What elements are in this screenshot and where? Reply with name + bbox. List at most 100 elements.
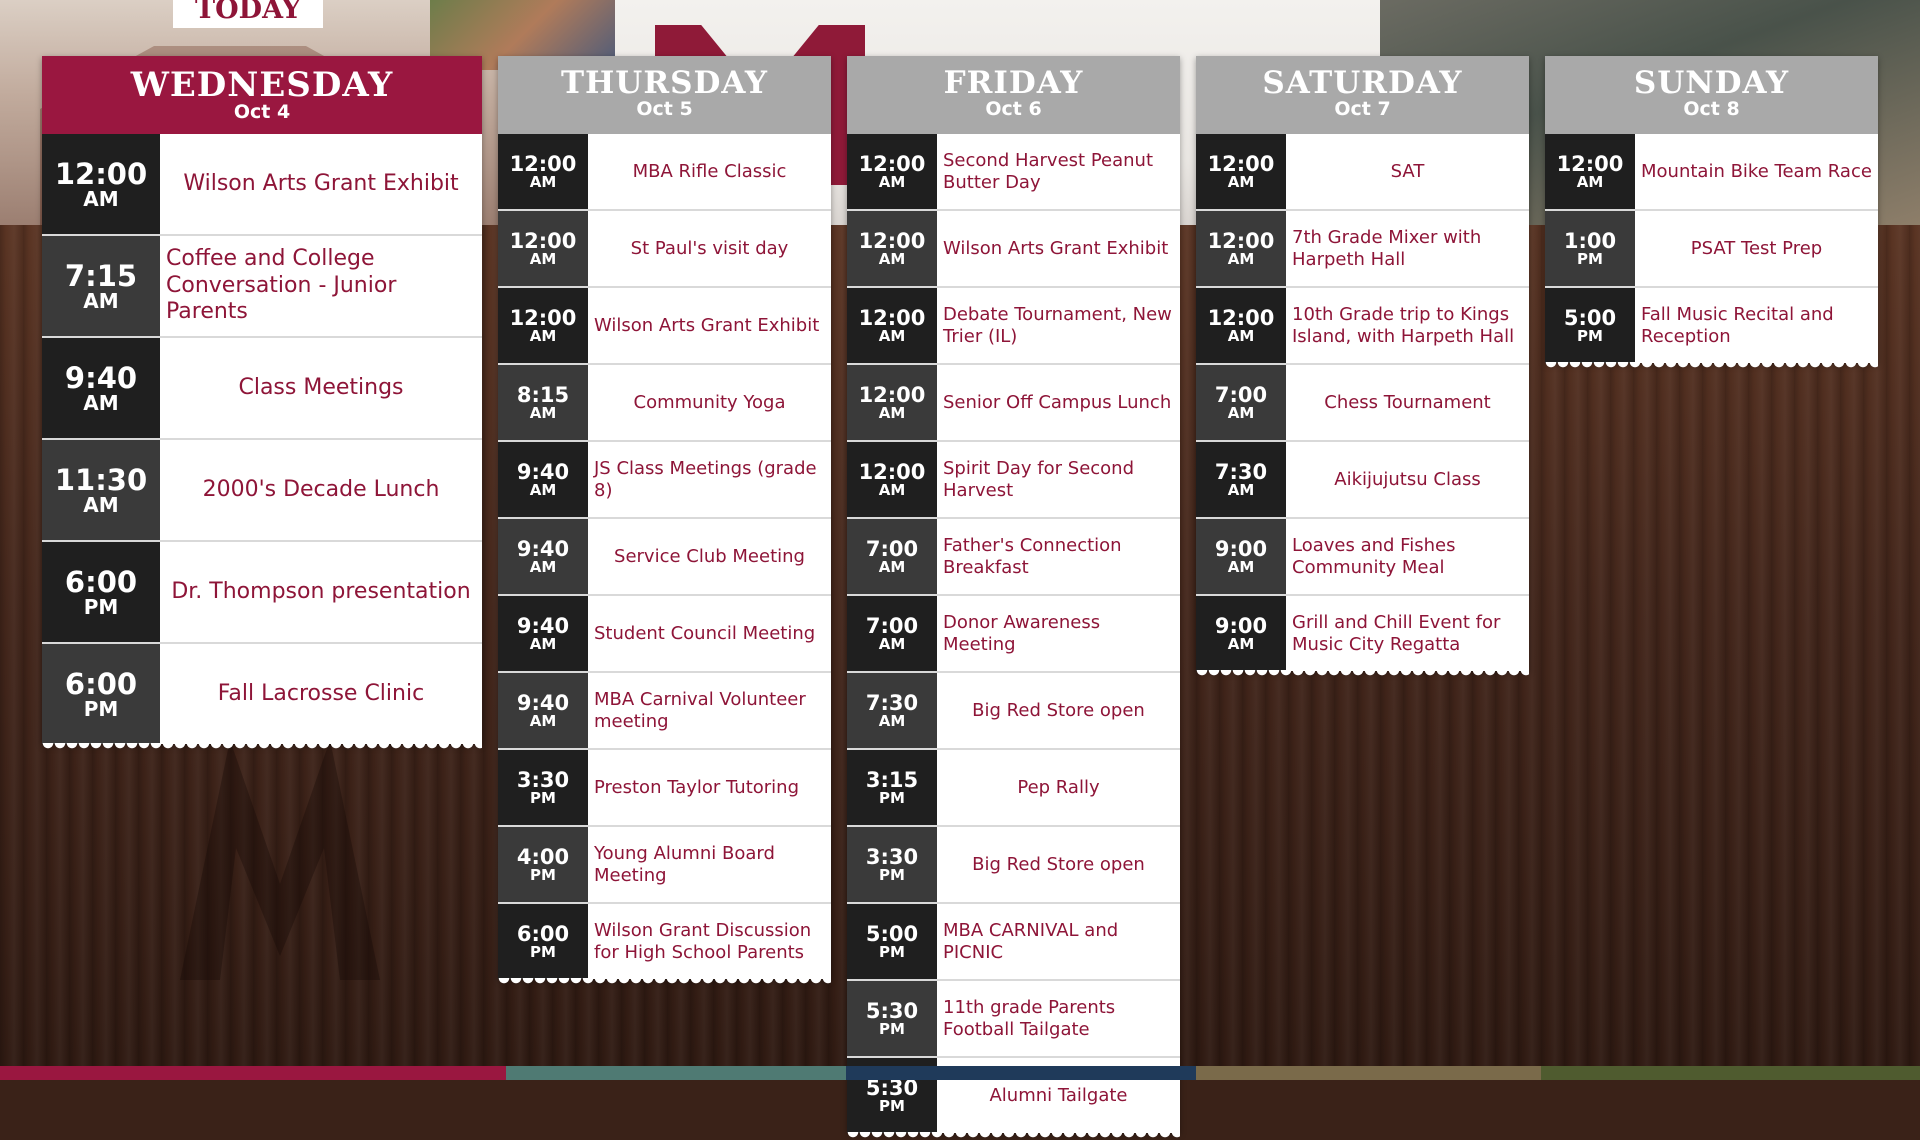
day-name: THURSDAY: [560, 65, 769, 101]
event-time: 9:40 AM: [498, 673, 588, 748]
event-row[interactable]: 9:00 AM Grill and Chill Event for Music Ci…: [1196, 596, 1529, 671]
event-title: Fall Music Recital and Reception: [1635, 288, 1878, 363]
event-time: 3:15 PM: [847, 750, 937, 825]
event-row[interactable]: 1:00 PM PSAT Test Prep: [1545, 211, 1878, 288]
event-row[interactable]: 9:40 AM Service Club Meeting: [498, 519, 831, 596]
event-title: Aikijujutsu Class: [1286, 442, 1529, 517]
event-row[interactable]: 12:00 AM Second Harvest Peanut Butter Day: [847, 134, 1180, 211]
event-time-value: 9:40: [516, 690, 570, 715]
event-row[interactable]: 12:00 AM Debate Tournament, New Trier (IL): [847, 288, 1180, 365]
day-column-saturday: SATURDAY Oct 7 12:00 AM SAT 12:00 AM 7th Grade …: [1196, 56, 1529, 678]
event-row[interactable]: 12:00 AM 7th Grade Mixer with Harpeth Hall: [1196, 211, 1529, 288]
day-date: Oct 7: [1334, 98, 1391, 120]
event-row[interactable]: 12:00 AM MBA Rifle Classic: [498, 134, 831, 211]
day-name: SUNDAY: [1633, 65, 1790, 101]
event-time: 9:40 AM: [498, 596, 588, 671]
event-row[interactable]: 12:00 AM Mountain Bike Team Race: [1545, 134, 1878, 211]
event-title: Spirit Day for Second Harvest: [937, 442, 1180, 517]
event-time-value: 12:00: [858, 305, 926, 330]
event-title: St Paul's visit day: [588, 211, 831, 286]
event-title-text: 2000's Decade Lunch: [202, 476, 440, 502]
event-title: Coffee and College Conversation - Junior…: [160, 236, 482, 336]
event-meridiem: AM: [878, 557, 906, 576]
event-row[interactable]: 6:00 PM Fall Lacrosse Clinic: [42, 644, 482, 744]
event-time-value: 9:00: [1214, 613, 1268, 638]
day-column-friday: FRIDAY Oct 6 12:00 AM Second Harvest Peanut …: [847, 56, 1180, 1140]
event-time: 12:00 AM: [42, 134, 160, 234]
event-row[interactable]: 11:30 AM 2000's Decade Lunch: [42, 440, 482, 542]
event-title: Father's Connection Breakfast: [937, 519, 1180, 594]
event-row[interactable]: 12:00 AM 10th Grade trip to Kings Island, …: [1196, 288, 1529, 365]
event-time-value: 12:00: [54, 156, 148, 191]
event-title-text: Second Harvest Peanut Butter Day: [943, 149, 1154, 193]
event-title: Dr. Thompson presentation: [160, 542, 482, 642]
event-title-text: Preston Taylor Tutoring: [594, 776, 800, 798]
event-row[interactable]: 9:40 AM Class Meetings: [42, 338, 482, 440]
event-row[interactable]: 5:00 PM Fall Music Recital and Reception: [1545, 288, 1878, 363]
event-time: 12:00 AM: [1545, 134, 1635, 209]
event-row[interactable]: 12:00 AM Wilson Arts Grant Exhibit: [498, 288, 831, 365]
event-title-text: Donor Awareness Meeting: [943, 611, 1101, 655]
event-row[interactable]: 5:30 PM 11th grade Parents Football Tailga…: [847, 981, 1180, 1058]
event-title: Fall Lacrosse Clinic: [160, 644, 482, 744]
event-row[interactable]: 8:15 AM Community Yoga: [498, 365, 831, 442]
event-row[interactable]: 7:30 AM Aikijujutsu Class: [1196, 442, 1529, 519]
event-row[interactable]: 12:00 AM St Paul's visit day: [498, 211, 831, 288]
event-time-value: 9:40: [64, 360, 138, 395]
event-time-value: 12:00: [1207, 305, 1275, 330]
event-row[interactable]: 3:30 PM Big Red Store open: [847, 827, 1180, 904]
event-title: MBA CARNIVAL and PICNIC: [937, 904, 1180, 979]
event-row[interactable]: 9:40 AM MBA Carnival Volunteer meeting: [498, 673, 831, 750]
event-row[interactable]: 9:40 AM JS Class Meetings (grade 8): [498, 442, 831, 519]
event-row[interactable]: 7:15 AM Coffee and College Conversation - …: [42, 236, 482, 338]
event-meridiem: AM: [878, 403, 906, 422]
event-time-value: 4:00: [516, 844, 570, 869]
event-row[interactable]: 12:00 AM Wilson Arts Grant Exhibit: [847, 211, 1180, 288]
event-row[interactable]: 12:00 AM SAT: [1196, 134, 1529, 211]
event-row[interactable]: 7:30 AM Big Red Store open: [847, 673, 1180, 750]
event-row[interactable]: 12:00 AM Wilson Arts Grant Exhibit: [42, 134, 482, 236]
today-tab: TODAY: [173, 0, 323, 28]
event-title: Mountain Bike Team Race: [1635, 134, 1878, 209]
event-row[interactable]: 12:00 AM Senior Off Campus Lunch: [847, 365, 1180, 442]
event-time: 8:15 AM: [498, 365, 588, 440]
event-row[interactable]: 7:00 AM Chess Tournament: [1196, 365, 1529, 442]
event-time-value: 7:00: [1214, 382, 1268, 407]
event-time: 9:40 AM: [498, 442, 588, 517]
event-time: 12:00 AM: [498, 134, 588, 209]
event-time-value: 6:00: [516, 921, 570, 946]
event-time-value: 12:00: [1207, 228, 1275, 253]
event-meridiem: AM: [529, 403, 557, 422]
event-time: 11:30 AM: [42, 440, 160, 540]
event-time: 7:30 AM: [1196, 442, 1286, 517]
event-row[interactable]: 4:00 PM Young Alumni Board Meeting: [498, 827, 831, 904]
event-row[interactable]: 3:15 PM Pep Rally: [847, 750, 1180, 827]
event-row[interactable]: 7:00 AM Donor Awareness Meeting: [847, 596, 1180, 673]
event-time-value: 12:00: [858, 382, 926, 407]
event-time: 9:40 AM: [498, 519, 588, 594]
event-meridiem: AM: [1227, 326, 1255, 345]
event-title: Grill and Chill Event for Music City Reg…: [1286, 596, 1529, 671]
event-row[interactable]: 9:00 AM Loaves and Fishes Community Meal: [1196, 519, 1529, 596]
event-row[interactable]: 7:00 AM Father's Connection Breakfast: [847, 519, 1180, 596]
event-title-text: Aikijujutsu Class: [1334, 468, 1481, 490]
event-meridiem: PM: [879, 942, 905, 961]
event-row[interactable]: 3:30 PM Preston Taylor Tutoring: [498, 750, 831, 827]
event-title-text: Senior Off Campus Lunch: [943, 391, 1172, 413]
event-row[interactable]: 6:00 PM Wilson Grant Discussion for High S…: [498, 904, 831, 979]
event-meridiem: PM: [530, 788, 556, 807]
event-row[interactable]: 6:00 PM Dr. Thompson presentation: [42, 542, 482, 644]
event-title-text: Wilson Arts Grant Exhibit: [183, 170, 459, 196]
event-title-text: Class Meetings: [238, 374, 404, 400]
day-header: THURSDAY Oct 5: [498, 56, 831, 134]
event-meridiem: AM: [529, 326, 557, 345]
event-row[interactable]: 5:00 PM MBA CARNIVAL and PICNIC: [847, 904, 1180, 981]
event-meridiem: PM: [1577, 249, 1603, 268]
event-row[interactable]: 9:40 AM Student Council Meeting: [498, 596, 831, 673]
event-title: Second Harvest Peanut Butter Day: [937, 134, 1180, 209]
event-row[interactable]: 12:00 AM Spirit Day for Second Harvest: [847, 442, 1180, 519]
event-meridiem: AM: [529, 711, 557, 730]
event-title: Senior Off Campus Lunch: [937, 365, 1180, 440]
event-title-text: Wilson Arts Grant Exhibit: [943, 237, 1169, 259]
event-time-value: 1:00: [1563, 228, 1617, 253]
